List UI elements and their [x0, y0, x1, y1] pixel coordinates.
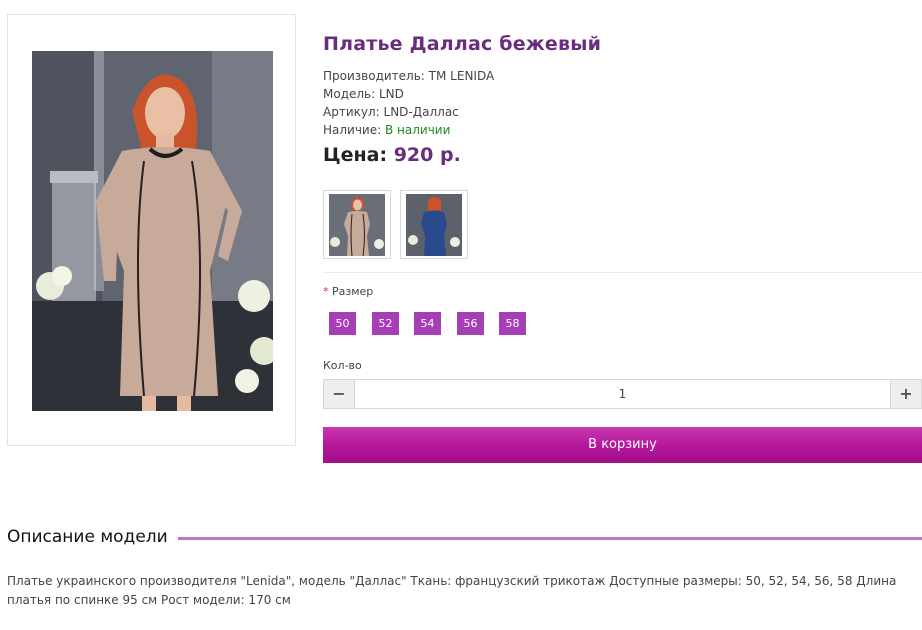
model-label: Модель:: [323, 87, 376, 101]
quantity-stepper: − +: [323, 379, 922, 409]
size-option-58[interactable]: 58: [499, 312, 526, 335]
product-meta: Производитель: TM LENIDA Модель: LND Арт…: [323, 67, 494, 139]
product-photo: [32, 51, 273, 411]
size-label-text: Размер: [332, 285, 374, 298]
price: Цена: 920 р.: [323, 144, 461, 166]
options-divider: [323, 272, 922, 273]
size-option-50[interactable]: 50: [329, 312, 356, 335]
price-value: 920 р.: [393, 144, 461, 166]
required-mark: *: [323, 285, 329, 298]
quantity-input[interactable]: [356, 380, 889, 408]
manufacturer-value: TM LENIDA: [428, 69, 495, 83]
sku-label: Артикул:: [323, 105, 380, 119]
manufacturer-row: Производитель: TM LENIDA: [323, 67, 494, 85]
thumbnail-back[interactable]: [400, 190, 468, 259]
thumbnail-front-image: [329, 194, 385, 256]
description-text: Платье украинского производителя "Lenida…: [7, 574, 897, 607]
price-label: Цена:: [323, 144, 388, 166]
size-label: * Размер: [323, 285, 373, 298]
quantity-increase-button[interactable]: +: [890, 380, 921, 408]
quantity-decrease-button[interactable]: −: [324, 380, 355, 408]
availability-status: В наличии: [385, 123, 451, 137]
availability-row: Наличие: В наличии: [323, 121, 494, 139]
description-heading-rule: [172, 537, 922, 540]
model-row: Модель: LND: [323, 85, 494, 103]
manufacturer-label: Производитель:: [323, 69, 425, 83]
thumbnail-back-image: [406, 194, 462, 256]
main-image-frame[interactable]: [7, 14, 296, 446]
sku-row: Артикул: LND-Даллас: [323, 103, 494, 121]
model-value: LND: [379, 87, 404, 101]
product-title: Платье Даллас бежевый: [323, 33, 602, 55]
sku-value: LND-Даллас: [383, 105, 459, 119]
size-option-56[interactable]: 56: [457, 312, 484, 335]
add-to-cart-button[interactable]: В корзину: [323, 427, 922, 463]
size-option-52[interactable]: 52: [372, 312, 399, 335]
product-main-image[interactable]: [32, 51, 273, 411]
description-heading: Описание модели: [7, 527, 178, 547]
quantity-label: Кол-во: [323, 359, 362, 372]
size-option-54[interactable]: 54: [414, 312, 441, 335]
thumbnail-front[interactable]: [323, 190, 391, 259]
availability-label: Наличие:: [323, 123, 382, 137]
